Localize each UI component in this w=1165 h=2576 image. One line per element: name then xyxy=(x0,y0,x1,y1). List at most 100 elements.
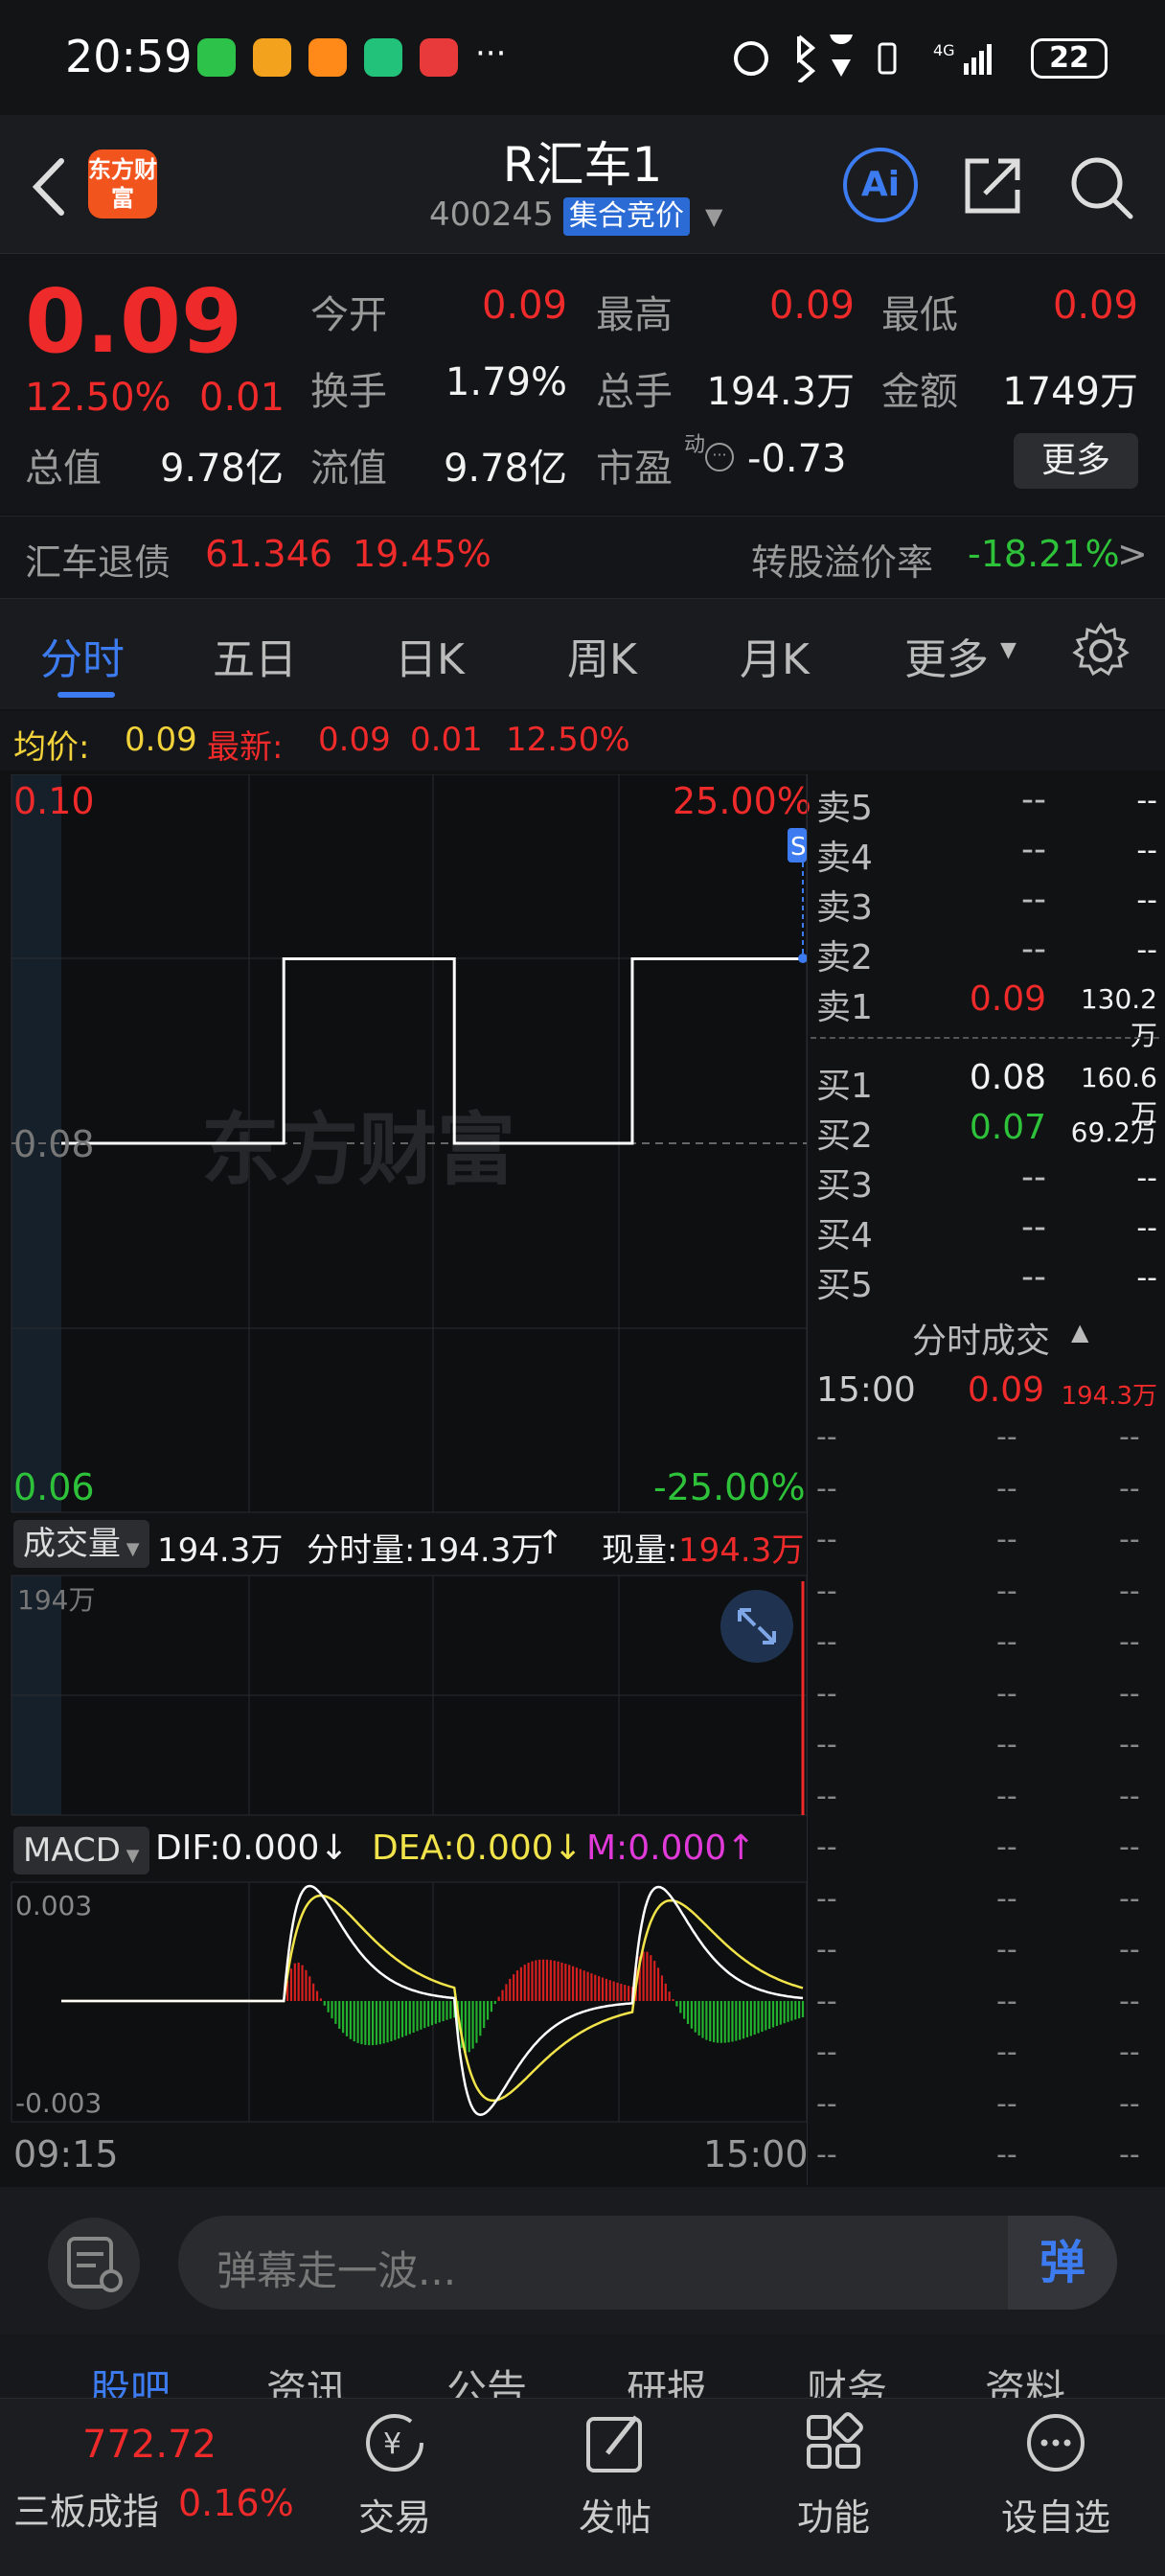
pe-value: -0.73 xyxy=(747,437,847,481)
info-icon[interactable]: ··· xyxy=(705,443,734,472)
ask-level-label: 卖5 xyxy=(816,789,873,828)
trade-placeholder: -- xyxy=(816,1625,837,1659)
app-notification-icon xyxy=(420,38,458,77)
comment-button[interactable] xyxy=(48,2218,140,2310)
trade-placeholder: -- xyxy=(816,1471,837,1506)
bluetooth-icon xyxy=(797,34,816,82)
trade-placeholder: -- xyxy=(1119,1471,1140,1506)
tab-five-day[interactable]: 五日 xyxy=(213,625,297,686)
index-value[interactable]: 772.72 xyxy=(82,2423,217,2467)
svg-text:S: S xyxy=(790,833,807,862)
trade-placeholder: -- xyxy=(816,2036,837,2069)
mktcap-value: 9.78亿 xyxy=(159,447,284,491)
pct-axis-top: 25.00% xyxy=(673,780,811,822)
trade-placeholder: -- xyxy=(816,1830,837,1864)
nav-add-watchlist[interactable]: 设自选 xyxy=(989,2488,1123,2541)
latest-change: 0.01 xyxy=(410,721,483,759)
current-volume: 194.3万 xyxy=(678,1531,805,1570)
tab-more[interactable]: 更多 xyxy=(904,625,989,686)
premium-value: -18.21% xyxy=(968,533,1120,575)
trade-placeholder: -- xyxy=(816,1779,837,1813)
caret-up-icon[interactable]: ▲ xyxy=(1071,1319,1088,1346)
nav-trade[interactable]: 交易 xyxy=(328,2488,462,2541)
post-icon[interactable] xyxy=(548,2409,682,2476)
trade-placeholder: -- xyxy=(996,1779,1017,1813)
chevron-right-icon[interactable]: > xyxy=(1117,533,1148,575)
bid-level-volume: 69.2万 xyxy=(1070,1116,1157,1148)
app-notification-icon xyxy=(308,38,347,77)
high-value: 0.09 xyxy=(768,284,855,328)
back-button[interactable] xyxy=(21,153,79,220)
trade-placeholder: -- xyxy=(1119,2086,1140,2121)
weibo-icon xyxy=(253,38,291,77)
time-end: 15:00 xyxy=(703,2133,809,2175)
bid-level-label: 买3 xyxy=(816,1166,873,1206)
ai-assistant-button[interactable]: Ai xyxy=(843,148,918,222)
low-label: 最低 xyxy=(881,293,958,337)
high-label: 最高 xyxy=(596,293,673,337)
trade-placeholder: -- xyxy=(816,2138,837,2172)
svg-text:¥: ¥ xyxy=(383,2427,401,2461)
trade-placeholder: -- xyxy=(996,1984,1017,2018)
settings-gear-icon[interactable] xyxy=(1071,621,1131,680)
active-tab-indicator xyxy=(57,692,115,698)
macd-dif: DIF:0.000↓ xyxy=(155,1828,349,1868)
trade-placeholder: -- xyxy=(816,1420,837,1454)
nav-functions[interactable]: 功能 xyxy=(766,2488,901,2541)
trade-placeholder: -- xyxy=(996,1676,1017,1711)
back-arrow-icon xyxy=(32,158,64,216)
tab-monthly-k[interactable]: 月K xyxy=(740,625,810,686)
auction-badge[interactable]: 集合竞价 xyxy=(563,197,690,236)
index-pct[interactable]: 0.16% xyxy=(178,2482,294,2524)
ask-level-volume: -- xyxy=(1136,834,1157,867)
bid-level-label: 买2 xyxy=(816,1116,873,1156)
search-icon[interactable] xyxy=(1067,153,1136,222)
trade-placeholder: -- xyxy=(1119,1984,1140,2018)
trade-placeholder: -- xyxy=(996,1933,1017,1966)
tab-daily-k[interactable]: 日K xyxy=(395,625,465,686)
bid-level-volume: -- xyxy=(1136,1162,1157,1195)
bid-level-volume: -- xyxy=(1136,1261,1157,1295)
trade-placeholder: -- xyxy=(1119,1523,1140,1556)
nav-post[interactable]: 发帖 xyxy=(548,2488,682,2541)
trade-placeholder: -- xyxy=(996,2138,1017,2172)
trade-placeholder: -- xyxy=(996,1420,1017,1454)
float-label: 流值 xyxy=(310,447,387,491)
caret-down-icon[interactable]: ▼ xyxy=(1000,638,1017,662)
macd-selector[interactable]: MACD ▼ xyxy=(13,1827,149,1874)
caret-down-icon[interactable]: ▼ xyxy=(705,203,722,230)
more-button[interactable]: 更多 xyxy=(1014,433,1138,489)
bond-price: 61.346 xyxy=(205,533,332,575)
functions-grid-icon[interactable] xyxy=(766,2409,901,2476)
add-watchlist-icon[interactable] xyxy=(989,2409,1123,2476)
bid-level-label: 买1 xyxy=(816,1067,873,1106)
orderbook-divider xyxy=(811,1037,1159,1039)
tab-fenshi[interactable]: 分时 xyxy=(40,625,125,686)
volume-selector[interactable]: 成交量 ▼ xyxy=(13,1520,149,1568)
trades-title[interactable]: 分时成交 xyxy=(912,1313,1050,1363)
trade-placeholder: -- xyxy=(996,2036,1017,2069)
trade-placeholder: -- xyxy=(996,1881,1017,1916)
mktcap-label: 总值 xyxy=(25,447,102,491)
tab-weekly-k[interactable]: 周K xyxy=(567,625,637,686)
danmu-toggle-button[interactable]: 弹 xyxy=(1008,2216,1117,2310)
share-icon[interactable] xyxy=(960,153,1025,218)
bid-level-volume: -- xyxy=(1136,1211,1157,1245)
location-icon xyxy=(830,34,853,77)
alarm-icon xyxy=(734,41,768,76)
index-name[interactable]: 三板成指 xyxy=(13,2482,159,2535)
pe-dynamic-tag: 动 xyxy=(684,433,706,457)
trade-placeholder: -- xyxy=(816,1984,837,2018)
price-axis-bottom: 0.06 xyxy=(13,1466,95,1508)
ask-level-price: -- xyxy=(1021,780,1046,819)
trade-placeholder: -- xyxy=(816,1728,837,1761)
volume-label: 总手 xyxy=(596,370,673,414)
trade-placeholder: -- xyxy=(996,1830,1017,1864)
trade-placeholder: -- xyxy=(816,1676,837,1711)
trade-placeholder: -- xyxy=(1119,2138,1140,2172)
app-logo[interactable]: 东方财富 xyxy=(88,150,157,218)
float-value: 9.78亿 xyxy=(443,447,567,491)
trade-placeholder: -- xyxy=(816,2086,837,2121)
wechat-icon xyxy=(197,38,236,77)
trade-icon[interactable]: ¥ xyxy=(328,2409,462,2476)
